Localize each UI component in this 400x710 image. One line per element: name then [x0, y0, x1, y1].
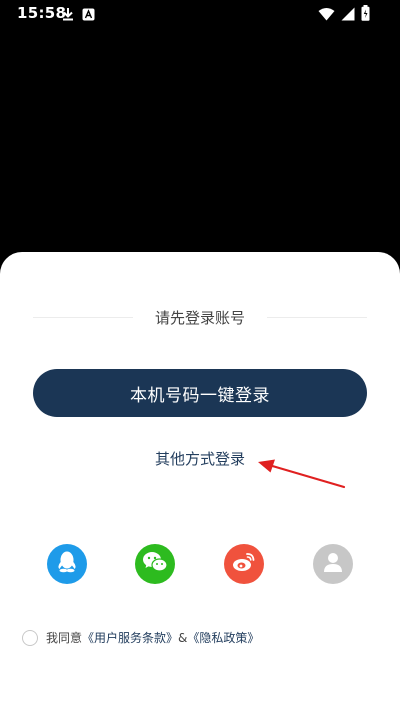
terms-link[interactable]: 《用户服务条款》 — [82, 629, 178, 646]
qq-login-button[interactable] — [47, 544, 87, 584]
qq-icon — [56, 550, 78, 578]
wechat-icon — [142, 551, 168, 577]
privacy-link[interactable]: 《隐私政策》 — [187, 629, 259, 646]
agree-checkbox[interactable] — [22, 629, 38, 646]
status-time: 15:58 — [17, 4, 67, 22]
agreement-prefix: 我同意 — [46, 631, 83, 645]
agreement-joiner: & — [178, 630, 188, 645]
annotation-arrow-icon — [258, 459, 346, 489]
app-notification-icon — [82, 6, 95, 25]
account-login-button[interactable] — [313, 544, 353, 584]
signal-icon — [341, 6, 355, 25]
social-login-row — [0, 544, 400, 586]
battery-icon — [361, 5, 370, 25]
divider-right — [267, 316, 368, 318]
status-right-icons — [318, 5, 370, 25]
wifi-icon — [318, 6, 335, 25]
sheet-title: 请先登录账号 — [155, 308, 246, 327]
one-click-login-button[interactable]: 本机号码一键登录 — [33, 369, 367, 417]
status-bar: 15:58 — [0, 0, 400, 28]
agreement-row: 我同意 《用户服务条款》 & 《隐私政策》 — [22, 629, 259, 646]
divider-left — [33, 316, 133, 318]
download-icon — [62, 6, 74, 25]
user-icon — [322, 551, 344, 577]
status-left-icons — [62, 6, 95, 25]
weibo-icon — [232, 552, 256, 576]
sheet-title-row: 请先登录账号 — [33, 306, 368, 328]
login-sheet: 请先登录账号 本机号码一键登录 其他方式登录 我同意 《用户服务条款》 & 《隐… — [0, 252, 400, 710]
wechat-login-button[interactable] — [135, 544, 175, 584]
weibo-login-button[interactable] — [224, 544, 264, 584]
screen: 15:58 请先登录账号 本机号码一键登录 其他方式登录 我同意 《用户服务条款… — [0, 0, 400, 710]
